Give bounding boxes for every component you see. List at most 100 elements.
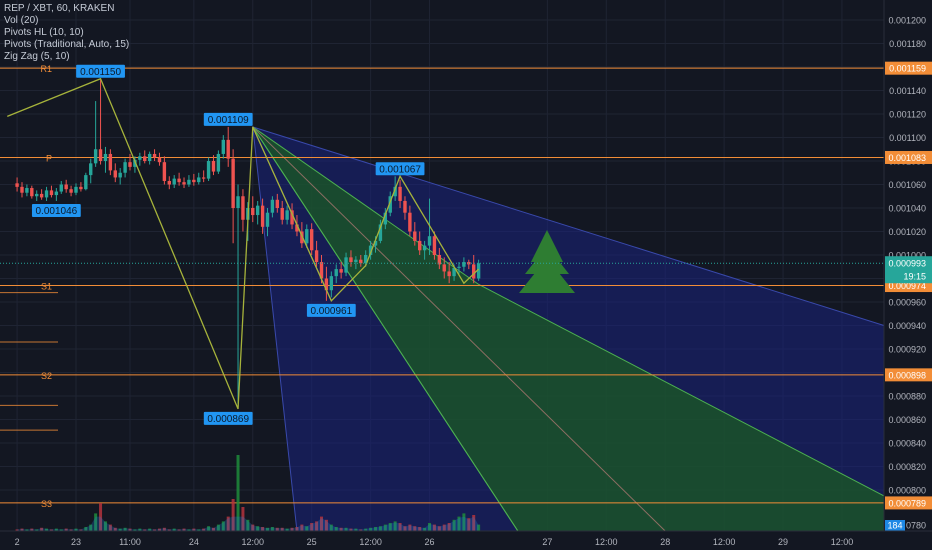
price-tick-label: 0.000800 <box>888 486 926 496</box>
candle-body <box>108 153 113 171</box>
study-zigzag[interactable]: Zig Zag (5, 10) <box>4 51 129 63</box>
candle-body <box>427 236 432 246</box>
time-tick-label: 12:00 <box>359 537 382 547</box>
candle-body <box>20 186 24 193</box>
price-tick-label: 0.001060 <box>888 180 926 190</box>
candle-body <box>49 190 54 196</box>
pivot-hl-label: 0.001067 <box>375 162 425 176</box>
candle-body <box>128 162 132 167</box>
candle-body <box>398 186 402 201</box>
candle-body <box>329 276 334 291</box>
candle-body <box>74 186 78 193</box>
candle-body <box>216 153 221 172</box>
candle-body <box>69 189 73 193</box>
candle-body <box>285 210 289 220</box>
candle-body <box>118 172 122 178</box>
pivot-price-tag-text: 0.000789 <box>888 498 926 508</box>
candle-body <box>39 193 44 198</box>
pivot-name-r1: R1 <box>40 64 52 74</box>
candle-body <box>192 179 196 183</box>
candle-body <box>236 196 240 208</box>
candle-body <box>211 161 216 172</box>
candle-body <box>349 257 353 263</box>
current-price-text: 0.000993 <box>888 259 926 269</box>
price-tick-label: 0.001020 <box>888 227 926 237</box>
candle-body <box>314 250 319 263</box>
candle-body <box>255 205 260 216</box>
candle-body <box>413 231 417 241</box>
price-tick-label: 0.000940 <box>888 321 926 331</box>
pivot-price-tag-text: 0.001083 <box>888 153 926 163</box>
candle-body <box>138 156 142 160</box>
candle-body <box>344 257 348 273</box>
candle-body <box>251 208 255 216</box>
candle-body <box>472 264 476 279</box>
candle-body <box>172 178 176 185</box>
candle-body <box>177 178 181 183</box>
pivot-hl-label: 0.001150 <box>76 64 125 78</box>
chart-legend: REP / XBT, 60, KRAKEN Vol (20) Pivots HL… <box>4 3 129 63</box>
pivot-hl-label-text: 0.000869 <box>207 414 249 425</box>
candle-body <box>98 149 103 161</box>
candle-body <box>442 264 446 272</box>
time-tick-label: 12:00 <box>713 537 736 547</box>
study-pivots-traditional[interactable]: Pivots (Traditional, Auto, 15) <box>4 39 129 51</box>
price-axis[interactable]: 0.0012000.0011800.0011600.0011400.001120… <box>883 0 932 550</box>
time-tick-label: 25 <box>307 537 317 547</box>
candle-body <box>84 175 88 190</box>
pivot-name-s1: S1 <box>41 282 52 292</box>
price-tick-label: 0.001040 <box>888 204 926 214</box>
pivot-hl-label: 0.000869 <box>203 411 253 425</box>
volume-value-prefix: 184 <box>887 521 902 531</box>
candle-body <box>15 183 19 187</box>
candle-body <box>123 162 127 173</box>
candle-body <box>422 245 427 251</box>
candle-body <box>157 157 162 163</box>
candle-body <box>79 186 83 190</box>
candle-body <box>334 269 338 277</box>
bar-countdown-text: 19:15 <box>903 272 926 282</box>
candle-body <box>64 184 68 190</box>
candle-body <box>241 196 245 220</box>
pivot-hl-label-text: 0.001067 <box>379 164 421 175</box>
price-tick-label: 0.000880 <box>888 392 926 402</box>
candle-body <box>354 259 358 263</box>
pivot-hl-label-text: 0.001150 <box>80 67 121 78</box>
pivot-name-s2: S2 <box>41 371 52 381</box>
price-tick-label: 0.001120 <box>889 110 926 120</box>
candle-body <box>305 229 309 244</box>
candle-body <box>152 153 157 158</box>
candle-body <box>275 199 280 208</box>
candle-body <box>457 266 461 268</box>
time-tick-label: 12:00 <box>595 537 618 547</box>
price-tick-label: 0.000960 <box>888 298 926 308</box>
candle-body <box>182 182 186 185</box>
pivot-hl-label: 0.000961 <box>306 303 356 317</box>
volume-value-text: 0780 <box>906 521 926 531</box>
study-pivots-hl[interactable]: Pivots HL (10, 10) <box>4 27 129 39</box>
pivot-price-tag-text: 0.000898 <box>888 370 926 380</box>
candle-body <box>231 158 235 208</box>
pivot-hl-label-text: 0.001046 <box>36 206 78 217</box>
study-vol[interactable]: Vol (20) <box>4 15 129 27</box>
pivot-hl-label: 0.001046 <box>31 203 81 217</box>
candle-body <box>270 199 275 213</box>
symbol-title[interactable]: REP / XBT, 60, KRAKEN <box>4 3 129 15</box>
candle-body <box>25 188 29 193</box>
pivot-name-s3: S3 <box>41 499 52 509</box>
candle-body <box>309 229 314 251</box>
pivot-hl-label-text: 0.001109 <box>208 115 249 126</box>
time-tick-label: 26 <box>425 537 435 547</box>
candle-body <box>44 190 49 198</box>
time-tick-label: 29 <box>778 537 788 547</box>
price-chart[interactable]: R1 P S1 S2 S3 0.001150 0.001046 0.001109 0.0008… <box>0 0 932 550</box>
candle-body <box>226 139 230 159</box>
candle-body <box>418 240 422 251</box>
candle-body <box>89 163 93 176</box>
candle-body <box>103 153 108 161</box>
price-tick-label: 0.001200 <box>888 16 926 26</box>
candle-body <box>221 139 225 154</box>
time-tick-label: 27 <box>542 537 552 547</box>
time-axis[interactable]: 2 23 11:00 24 12:00 25 12:00 26 27 12:00 28 12:00 29… <box>0 530 932 550</box>
time-tick-label: 24 <box>189 537 199 547</box>
